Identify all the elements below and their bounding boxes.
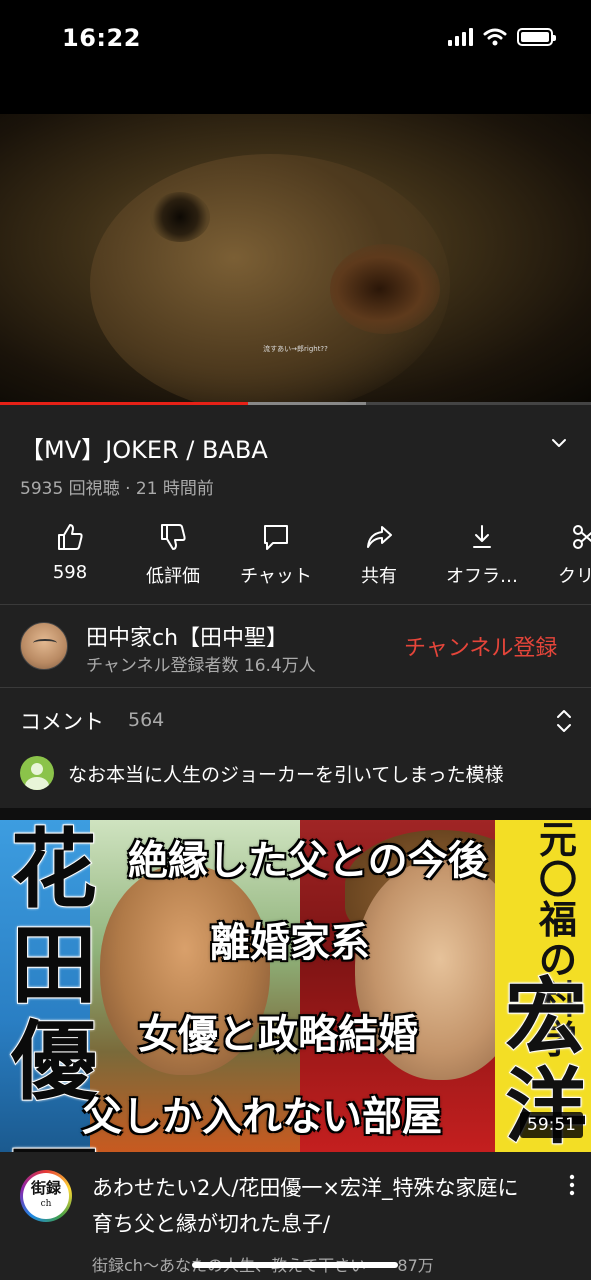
battery-icon — [517, 28, 556, 46]
comments-title[interactable]: コメント — [20, 706, 104, 736]
home-indicator[interactable] — [192, 1262, 398, 1268]
like-count: 598 — [52, 562, 88, 583]
status-bar: 16:22 — [0, 0, 591, 114]
chevron-down-icon[interactable] — [550, 434, 568, 452]
thumbnail-caption: 離婚家系 — [210, 919, 370, 966]
progress-played — [0, 402, 249, 405]
subscribe-button[interactable]: チャンネル登録 — [404, 630, 557, 662]
video-frame-detail — [330, 244, 440, 334]
video-player[interactable]: 流すあい→郎right?? — [0, 114, 591, 402]
share-icon — [367, 526, 392, 548]
offline-download-button[interactable]: オフラ… — [422, 520, 542, 592]
like-button[interactable]: 598 — [10, 520, 130, 592]
recommended-channel-avatar[interactable]: 街録 ch — [20, 1170, 72, 1222]
dislike-label: 低評価 — [146, 566, 200, 587]
thumbnail-caption: 女優と政略結婚 — [138, 1011, 418, 1058]
action-row: 598 低評価 チャット 共有 オフラ… クリ… — [0, 520, 591, 592]
video-duration-badge: 59:51 — [520, 1112, 583, 1138]
scissors-icon — [573, 525, 591, 549]
cellular-signal-icon — [448, 28, 473, 46]
recommended-channel-avatar-inner: 街録 ch — [23, 1173, 69, 1219]
download-icon — [473, 525, 491, 548]
thumbs-down-icon — [161, 524, 186, 550]
share-button[interactable]: 共有 — [319, 520, 439, 592]
more-options-icon[interactable] — [562, 1172, 582, 1198]
dislike-button[interactable]: 低評価 — [113, 520, 233, 592]
video-frame-detail — [150, 192, 210, 242]
thumbs-up-icon — [58, 524, 83, 550]
divider — [0, 604, 591, 605]
chat-label: チャット — [240, 566, 312, 587]
video-title[interactable]: 【MV】JOKER / BABA — [20, 430, 268, 465]
channel-subscriber-count: チャンネル登録者数 16.4万人 — [86, 656, 316, 676]
section-separator — [0, 808, 591, 820]
expand-collapse-icon[interactable] — [554, 708, 574, 734]
comments-count: 564 — [128, 709, 165, 731]
avatar-text: 街録 — [30, 1179, 61, 1197]
video-progress-bar[interactable] — [0, 402, 591, 405]
channel-avatar[interactable] — [20, 622, 68, 670]
channel-name[interactable]: 田中家ch【田中聖】 — [86, 620, 288, 652]
status-icons — [448, 28, 556, 46]
avatar-subtext: ch — [40, 1199, 52, 1209]
chat-icon — [264, 525, 288, 550]
thumbnail-caption: 父しか入れない部屋 — [82, 1093, 442, 1140]
status-time: 16:22 — [62, 24, 141, 52]
top-comment[interactable]: なお本当に人生のジョーカーを引いてしまった模様 — [68, 760, 504, 787]
video-meta: 5935 回視聴 · 21 時間前 — [20, 479, 214, 499]
offline-label: オフラ… — [446, 566, 518, 587]
share-label: 共有 — [361, 566, 397, 587]
chat-button[interactable]: チャット — [216, 520, 336, 592]
divider — [0, 687, 591, 688]
clip-button[interactable]: クリ… — [525, 520, 591, 592]
recommended-video-title[interactable]: あわせたい2人/花田優一×宏洋_特殊な家庭に育ち父と縁が切れた息子/ — [92, 1170, 532, 1242]
clip-label: クリ… — [558, 566, 591, 587]
video-subtitle: 流すあい→郎right?? — [263, 345, 328, 353]
recommended-video-thumbnail[interactable]: 花田優一 元〇福の科学 宏洋 絶縁した父との今後 離婚家系 女優と政略結婚 父し… — [0, 820, 591, 1152]
commenter-avatar — [20, 756, 54, 790]
wifi-icon — [483, 28, 507, 46]
thumbnail-caption: 絶縁した父との今後 — [128, 837, 488, 884]
